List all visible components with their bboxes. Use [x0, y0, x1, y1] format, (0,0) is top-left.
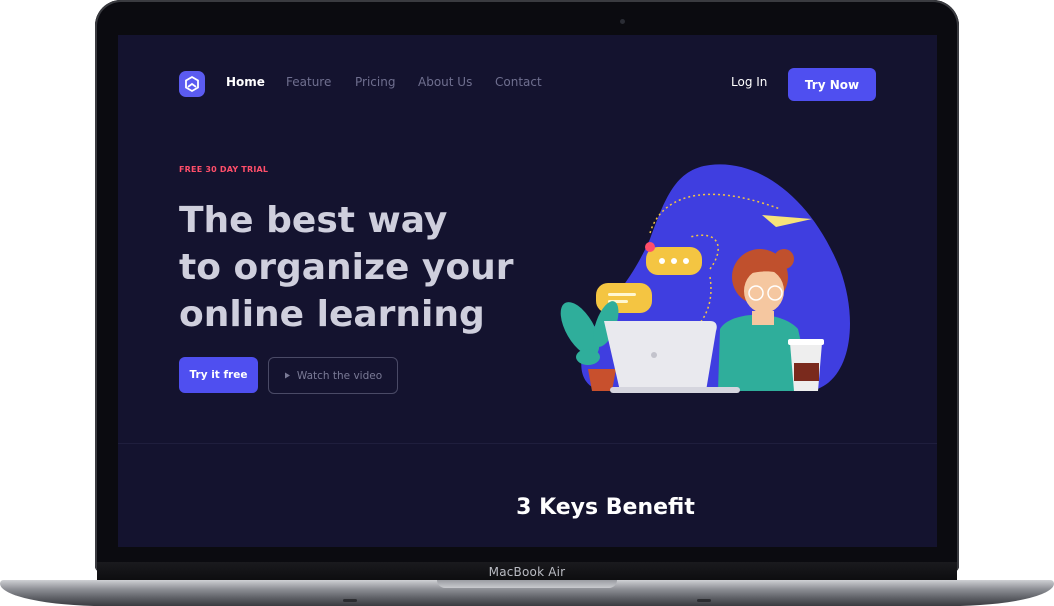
headline-line: to organize your: [179, 247, 514, 288]
laptop-foot: [697, 599, 711, 602]
nav-contact[interactable]: Contact: [495, 75, 542, 89]
section-divider: [118, 443, 937, 444]
laptop-notch: [437, 580, 617, 588]
person-with-laptop-illustration: [560, 164, 850, 393]
laptop-icon: [604, 321, 717, 391]
logo-icon[interactable]: [179, 71, 205, 97]
camera-icon: [620, 19, 625, 24]
website-screen: Home Feature Pricing About Us Contact Lo…: [118, 35, 937, 547]
try-it-free-button[interactable]: Try it free: [179, 357, 258, 393]
login-link[interactable]: Log In: [731, 75, 767, 89]
nav-home[interactable]: Home: [226, 75, 265, 89]
device-label: MacBook Air: [488, 565, 566, 579]
trial-badge: FREE 30 DAY TRIAL: [179, 165, 269, 174]
play-icon: [284, 372, 290, 379]
headline-line: online learning: [179, 294, 485, 335]
try-now-button[interactable]: Try Now: [788, 68, 876, 101]
nav-about-us[interactable]: About Us: [418, 75, 472, 89]
nav-pricing[interactable]: Pricing: [355, 75, 395, 89]
benefits-title: 3 Keys Benefit: [516, 495, 695, 520]
headline-line: The best way: [179, 200, 448, 241]
watch-video-button[interactable]: Watch the video: [268, 357, 398, 394]
nav-feature[interactable]: Feature: [286, 75, 331, 89]
laptop-foot: [343, 599, 357, 602]
hero-headline: The best way to organize your online lea…: [179, 197, 513, 338]
watch-video-label: Watch the video: [296, 369, 383, 382]
